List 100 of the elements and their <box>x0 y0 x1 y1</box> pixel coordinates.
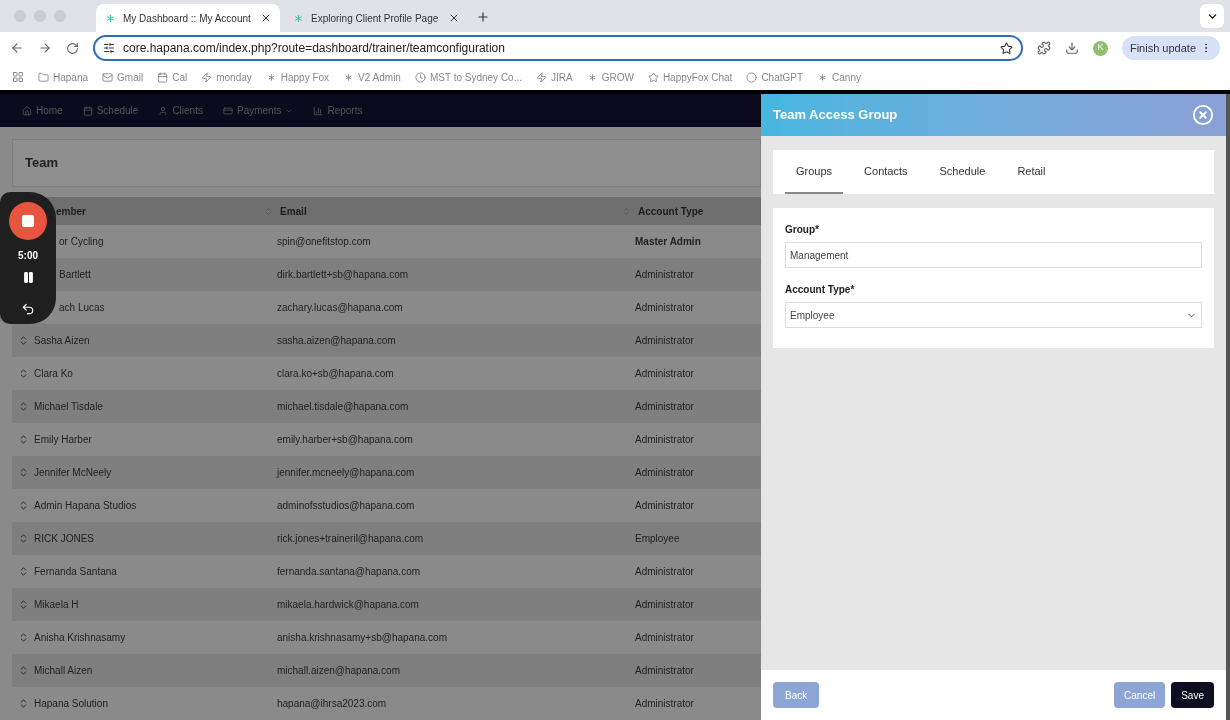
panel-tab[interactable]: Groups <box>785 150 844 194</box>
input-field[interactable]: Management <box>785 242 1202 268</box>
bookmark[interactable]: V2 Admin <box>343 69 401 85</box>
account-type-cell-text: Administrator <box>635 367 695 381</box>
email-cell-text: anisha.krishnasamy+sb@hapana.com <box>277 631 448 645</box>
apps-icon[interactable] <box>12 71 24 83</box>
address-bar[interactable]: core.hapana.com/index.php?route=dashboard/trainer/teamconfiguration <box>93 35 1023 61</box>
bookmark[interactable]: JIRA <box>536 69 573 85</box>
drag-handle-icon[interactable] <box>18 401 29 412</box>
nav-item[interactable]: Clients <box>158 103 203 118</box>
tab-title: Exploring Client Profile Page <box>311 11 440 26</box>
pause-icon[interactable] <box>21 271 35 284</box>
close-icon[interactable] <box>260 12 272 24</box>
email-cell-text: spin@onefitstop.com <box>277 235 372 249</box>
forward-icon[interactable] <box>38 41 52 55</box>
drag-handle-icon[interactable] <box>18 566 29 577</box>
download-icon[interactable] <box>1064 41 1079 55</box>
finish-update-button[interactable]: Finish update <box>1121 36 1220 60</box>
member-name: Bartlett <box>59 268 91 282</box>
email-cell-text: clara.ko+sb@hapana.com <box>277 367 395 381</box>
account-type-cell-text: Administrator <box>635 466 695 480</box>
account-type-cell-text: Administrator <box>635 565 695 579</box>
bookmark[interactable]: GROW <box>586 69 634 85</box>
star-icon[interactable] <box>999 41 1013 55</box>
drag-handle-icon[interactable] <box>18 335 29 346</box>
bookmark[interactable]: MST to Sydney Co... <box>414 69 522 85</box>
member-name: Sasha Aizen <box>34 334 90 348</box>
tab-list-button[interactable] <box>1200 4 1224 28</box>
folder-icon <box>38 71 49 83</box>
bookmark[interactable]: Hapana <box>38 69 89 85</box>
browser-tab[interactable]: My Dashboard :: My Account <box>96 4 280 32</box>
bookmark[interactable]: monday <box>201 69 252 85</box>
select-field[interactable]: Employee <box>785 302 1202 328</box>
panel-tab[interactable]: Retail <box>1006 150 1057 194</box>
card-icon <box>222 105 233 116</box>
account-type-cell-text: Administrator <box>635 598 695 612</box>
stop-button[interactable] <box>9 202 47 240</box>
drag-handle-icon[interactable] <box>18 665 29 676</box>
column-header[interactable]: Email <box>280 203 622 219</box>
drag-handle-icon[interactable] <box>18 368 29 379</box>
field-label: Group* <box>785 223 820 237</box>
star-icon <box>647 71 659 83</box>
account-type-cell-text: Administrator <box>635 499 695 513</box>
bookmark[interactable]: Gmail <box>102 69 144 85</box>
email-cell-text: mikaela.hardwick@hapana.com <box>277 598 420 612</box>
email-cell-text: emily.harber+sb@hapana.com <box>277 433 414 447</box>
nav-item[interactable]: Payments <box>222 103 294 118</box>
user-icon <box>158 105 169 116</box>
nav-item[interactable]: Home <box>22 103 63 118</box>
bookmark[interactable]: Happy Fox <box>265 69 330 85</box>
drag-handle-icon[interactable] <box>18 434 29 445</box>
close-icon[interactable] <box>448 12 460 24</box>
bookmark[interactable]: Cal <box>157 69 188 85</box>
drag-handle-icon[interactable] <box>18 599 29 610</box>
drag-handle-icon[interactable] <box>18 632 29 643</box>
drag-handle-icon[interactable] <box>18 533 29 544</box>
calendar-icon <box>157 71 169 83</box>
email-cell-text: michall.aizen@hapana.com <box>277 664 401 678</box>
nav-item[interactable]: Reports <box>313 103 363 118</box>
member-name: Emily Harber <box>34 433 92 447</box>
drag-handle-icon[interactable] <box>18 698 29 709</box>
recording-time: 5:00 <box>18 249 38 263</box>
cancel-button[interactable]: Cancel <box>1114 682 1166 708</box>
drag-handle-icon[interactable] <box>18 467 29 478</box>
new-tab-icon[interactable] <box>476 10 490 24</box>
member-name: Anisha Krishnasamy <box>34 631 126 645</box>
profile-avatar[interactable]: K <box>1092 40 1108 56</box>
browser-tab[interactable]: Exploring Client Profile Page <box>284 4 468 32</box>
account-type-cell-text: Administrator <box>635 664 695 678</box>
email-cell-text: fernanda.santana@hapana.com <box>277 565 422 579</box>
back-button[interactable]: Back <box>773 682 820 708</box>
member-name: ach Lucas <box>59 301 105 315</box>
member-name: Jennifer McNeely <box>34 466 112 480</box>
email-cell-text: michael.tisdale@hapana.com <box>277 400 410 414</box>
bookmark[interactable]: ChatGPT <box>746 69 804 85</box>
account-type-cell-text: Administrator <box>635 433 695 447</box>
panel-title: Team Access Group <box>773 106 898 125</box>
site-settings-icon[interactable] <box>103 42 115 54</box>
panel-tab[interactable]: Schedule <box>928 150 997 194</box>
page-title: Team <box>25 154 58 173</box>
nav-item[interactable]: Schedule <box>82 103 139 118</box>
stop-icon <box>22 215 34 227</box>
save-button[interactable]: Save <box>1171 682 1214 708</box>
account-type-cell-text: Administrator <box>635 268 695 282</box>
column-header[interactable]: Account Type <box>638 203 761 219</box>
bookmark[interactable]: HappyFox Chat <box>647 69 733 85</box>
member-name: Clara Ko <box>34 367 73 381</box>
home-icon <box>22 105 32 116</box>
undo-icon[interactable] <box>21 302 35 316</box>
back-icon[interactable] <box>10 41 24 55</box>
member-name: RICK JONES <box>34 532 94 546</box>
bookmark[interactable]: Canny <box>817 69 861 85</box>
bolt-icon <box>536 71 547 83</box>
calendar-icon <box>82 105 93 116</box>
panel-tab[interactable]: Contacts <box>853 150 919 194</box>
drag-handle-icon[interactable] <box>18 500 29 511</box>
reload-icon[interactable] <box>66 41 79 55</box>
extensions-icon[interactable] <box>1036 41 1051 55</box>
account-type-cell-text: Administrator <box>635 400 695 414</box>
column-header[interactable]: ember <box>56 203 264 219</box>
